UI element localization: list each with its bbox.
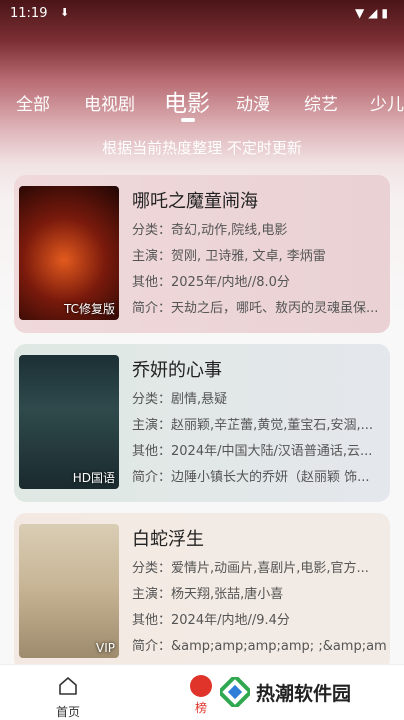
movie-poster: TC修复版 bbox=[19, 186, 119, 320]
nav-home[interactable]: 首页 bbox=[48, 675, 88, 720]
category-tabs: 全部 电视剧 电影 动漫 综艺 少儿 bbox=[0, 82, 404, 122]
movie-card[interactable]: VIP 白蛇浮生 分类：爱情片,动画片,喜剧片,电影,官方... 主演：杨天翔,… bbox=[14, 513, 390, 671]
movie-poster: VIP bbox=[19, 524, 119, 658]
movie-cast: 主演：贺刚, 卫诗雅, 文卓, 李炳雷 bbox=[132, 249, 326, 264]
movie-other: 其他：2024年/内地//9.4分 bbox=[132, 613, 290, 628]
nav-rank[interactable]: 榜 bbox=[186, 675, 216, 716]
status-icons: ▼◢▮ bbox=[354, 6, 392, 20]
tab-kids[interactable]: 少儿 bbox=[370, 90, 404, 115]
movie-card[interactable]: TC修复版 哪吒之魔童闹海 分类：奇幻,动作,院线,电影 主演：贺刚, 卫诗雅,… bbox=[14, 175, 390, 333]
movie-title: 哪吒之魔童闹海 bbox=[132, 191, 258, 212]
download-icon: ⬇ bbox=[60, 6, 70, 19]
quality-badge: VIP bbox=[96, 641, 115, 655]
movie-genre: 分类：爱情片,动画片,喜剧片,电影,官方... bbox=[132, 561, 369, 576]
movie-genre: 分类：剧情,悬疑 bbox=[132, 392, 228, 407]
quality-badge: HD国语 bbox=[72, 471, 115, 485]
movie-other: 其他：2024年/中国大陆/汉语普通话,云... bbox=[132, 444, 373, 459]
movie-card[interactable]: HD国语 乔妍的心事 分类：剧情,悬疑 主演：赵丽颖,辛芷蕾,黄觉,董宝石,安涸… bbox=[14, 344, 390, 502]
watermark-text: 热潮软件园 bbox=[256, 682, 352, 705]
status-time: 11:19 bbox=[10, 6, 48, 21]
tab-tv[interactable]: 电视剧 bbox=[84, 90, 135, 115]
list-subtitle: 根据当前热度整理 不定时更新 bbox=[102, 139, 302, 157]
quality-badge: TC修复版 bbox=[63, 302, 115, 316]
movie-cast: 主演：杨天翔,张喆,唐小喜 bbox=[132, 587, 284, 602]
movie-title: 乔妍的心事 bbox=[132, 360, 222, 381]
movie-cast: 主演：赵丽颖,辛芷蕾,黄觉,董宝石,安涸,... bbox=[132, 418, 374, 433]
movie-other: 其他：2025年/内地//8.0分 bbox=[132, 275, 290, 290]
movie-genre: 分类：奇幻,动作,院线,电影 bbox=[132, 223, 288, 238]
home-icon bbox=[59, 677, 77, 695]
nav-rank-label: 榜 bbox=[194, 701, 207, 715]
tab-anime[interactable]: 动漫 bbox=[236, 90, 270, 115]
movie-intro: 简介：&amp;amp;amp;amp; ;&amp;amp;amp;amp; bbox=[132, 639, 386, 654]
tab-indicator bbox=[181, 118, 195, 122]
watermark-logo-icon bbox=[220, 677, 250, 707]
tab-movie[interactable]: 电影 bbox=[164, 84, 210, 118]
watermark: 热潮软件园 bbox=[220, 676, 351, 708]
rank-icon bbox=[190, 675, 212, 697]
movie-intro: 简介：天劫之后，哪吒、敖丙的灵魂虽保... bbox=[132, 301, 379, 316]
tab-all[interactable]: 全部 bbox=[16, 90, 50, 115]
movie-poster: HD国语 bbox=[19, 355, 119, 489]
movie-title: 白蛇浮生 bbox=[132, 529, 204, 550]
nav-home-label: 首页 bbox=[55, 705, 80, 719]
status-bar: 11:19 ⬇ ▼◢▮ bbox=[0, 0, 404, 28]
tab-variety[interactable]: 综艺 bbox=[304, 90, 338, 115]
movie-intro: 简介：边陲小镇长大的乔妍（赵丽颖 饰... bbox=[132, 470, 370, 485]
